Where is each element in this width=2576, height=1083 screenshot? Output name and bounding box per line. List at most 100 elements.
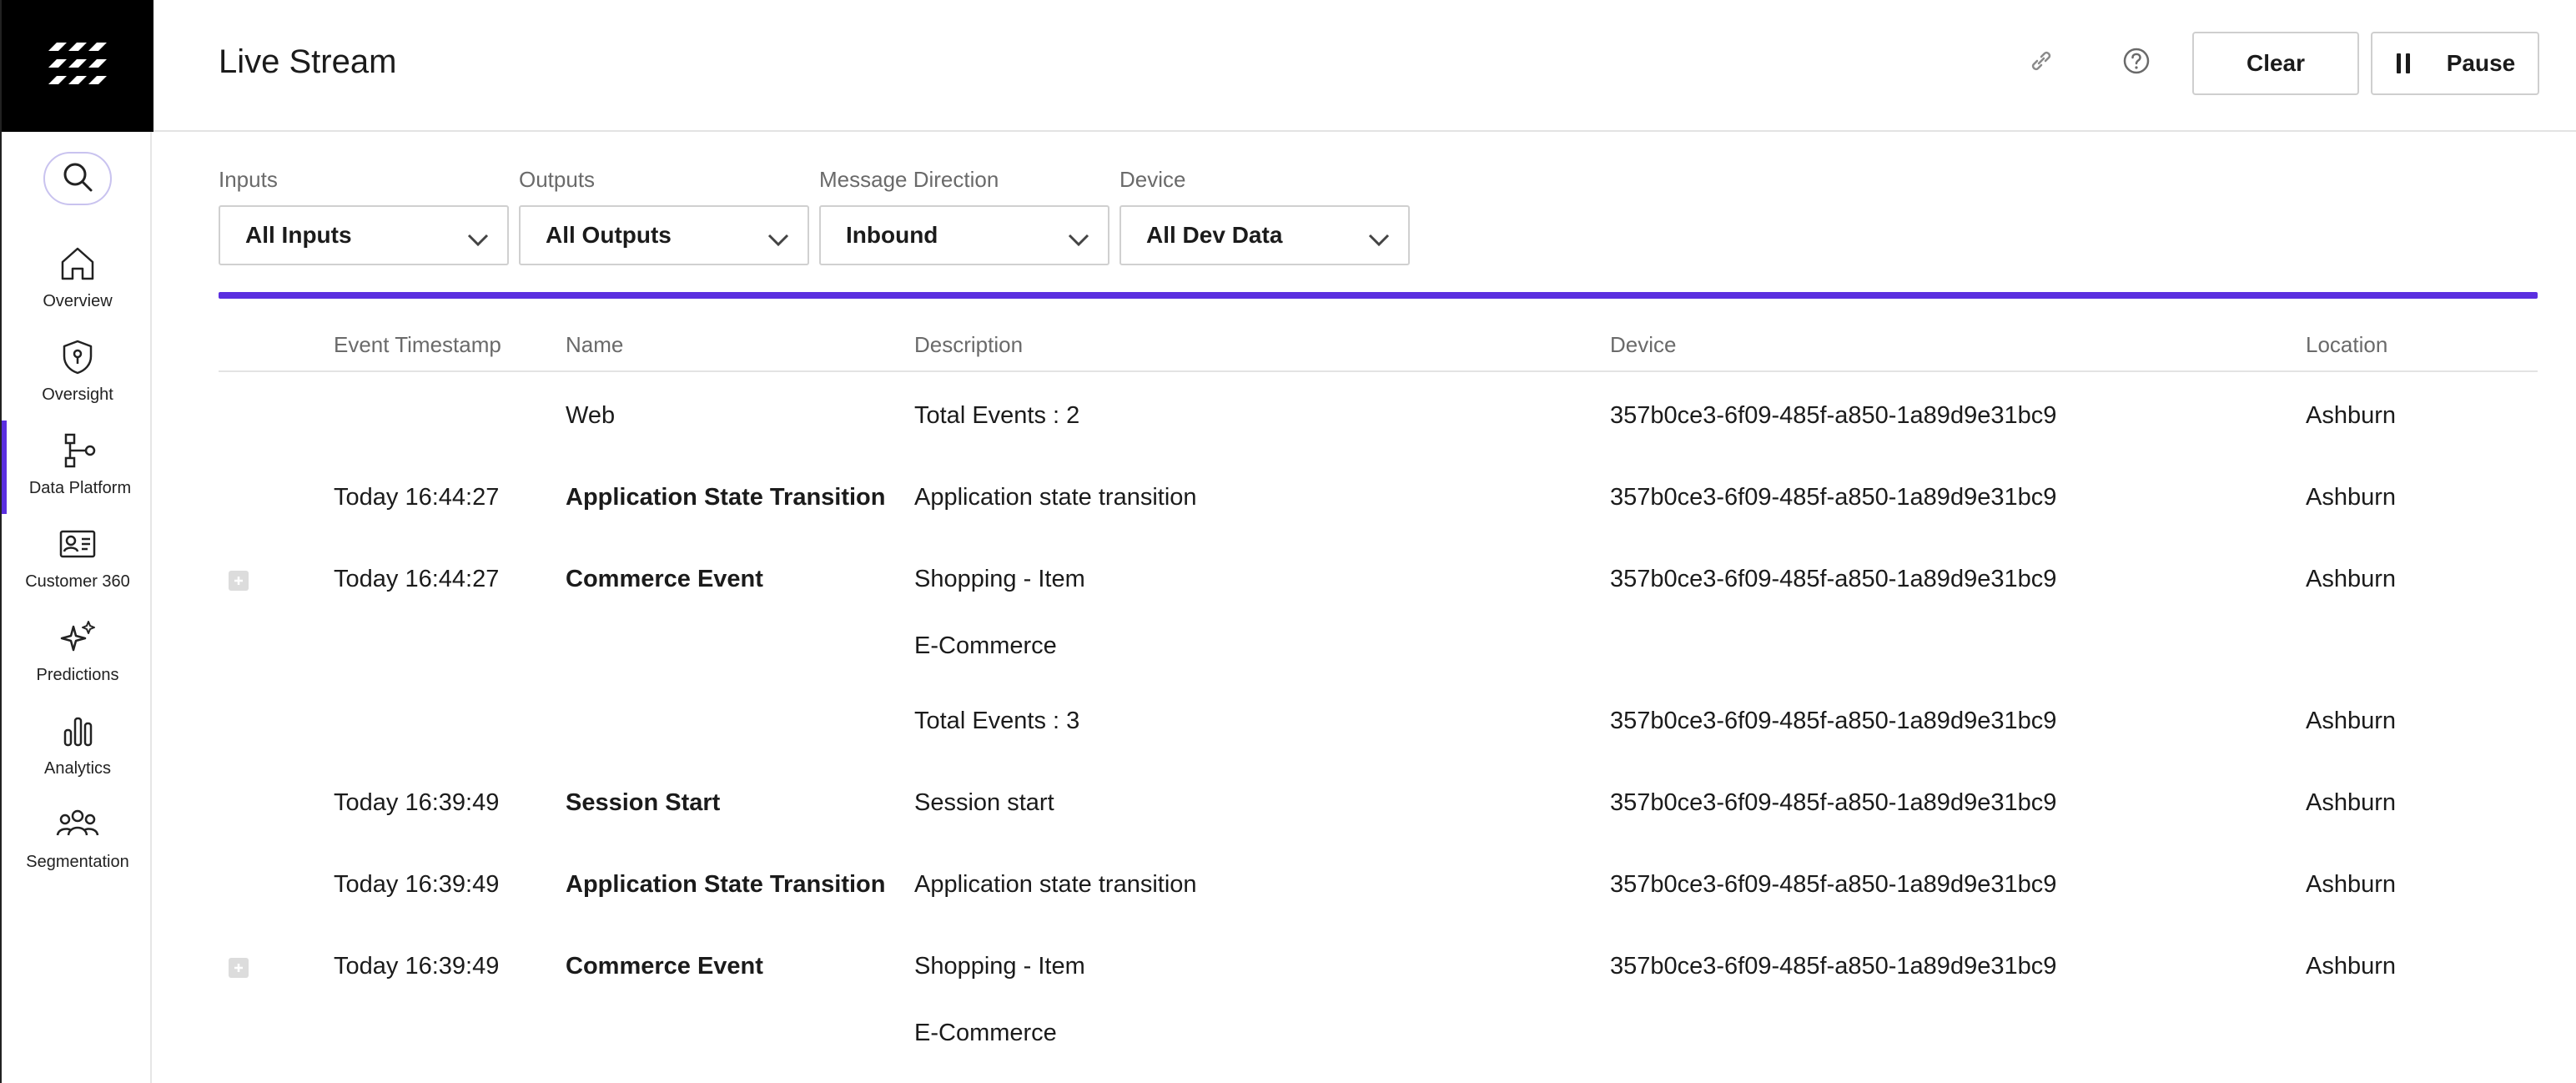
sidebar-item-label: Analytics: [43, 759, 112, 778]
plus-icon: [234, 964, 243, 972]
copy-link-button[interactable]: [2022, 43, 2060, 82]
device-filter-label: Device: [1119, 167, 1186, 192]
row-location: Ashburn: [2306, 953, 2397, 980]
brand-logo-icon: [48, 42, 107, 90]
sidebar-item-segmentation[interactable]: Segmentation: [2, 794, 153, 888]
pause-button[interactable]: Pause: [2371, 32, 2539, 95]
row-device: 357b0ce3-6f09-485f-a850-1a89d9e31bc9: [1610, 566, 2057, 592]
sidebar-item-overview[interactable]: Overview: [2, 234, 153, 327]
message-direction-filter-label: Message Direction: [819, 167, 999, 192]
sidebar-item-label: Predictions: [36, 666, 119, 684]
row-location: Ashburn: [2306, 402, 2397, 429]
column-header-location[interactable]: Location: [2306, 332, 2387, 358]
row-description: Shopping - Item: [914, 566, 1085, 592]
chevron-down-icon: [467, 227, 489, 247]
sidebar-item-label: Overview: [43, 292, 113, 310]
table-row[interactable]: Web Total Events : 2 357b0ce3-6f09-485f-…: [219, 402, 2538, 477]
help-button[interactable]: [2117, 43, 2156, 82]
row-location: Ashburn: [2306, 566, 2397, 592]
column-header-device[interactable]: Device: [1610, 332, 1676, 358]
expand-row-button[interactable]: [229, 958, 249, 978]
sidebar-item-data-platform[interactable]: Data Platform: [2, 421, 153, 514]
sidebar-item-analytics[interactable]: Analytics: [2, 701, 153, 794]
row-location: Ashburn: [2306, 708, 2397, 734]
row-name: Application State Transition: [566, 484, 886, 511]
device-select-value: All Dev Data: [1146, 222, 1283, 248]
expand-row-button[interactable]: [229, 571, 249, 591]
page-header: Live Stream Clear Pause: [153, 0, 2576, 132]
row-description: Application state transition: [914, 484, 1197, 511]
column-header-name[interactable]: Name: [566, 332, 623, 358]
row-timestamp: Today 16:39:49: [334, 871, 500, 898]
sidebar-item-customer-360[interactable]: Customer 360: [2, 514, 153, 607]
row-name: Session Start: [566, 789, 721, 816]
sidebar-item-label: Customer 360: [25, 572, 130, 591]
table-row[interactable]: Total Events : 3 357b0ce3-6f09-485f-a850…: [219, 708, 2538, 783]
inputs-select-value: All Inputs: [245, 222, 352, 248]
row-timestamp: Today 16:44:27: [334, 566, 500, 592]
plus-icon: [234, 577, 243, 585]
row-timestamp: Today 16:44:27: [334, 484, 500, 511]
row-device: 357b0ce3-6f09-485f-a850-1a89d9e31bc9: [1610, 789, 2057, 816]
row-device: 357b0ce3-6f09-485f-a850-1a89d9e31bc9: [1610, 708, 2057, 734]
data-flow-icon: [57, 427, 103, 474]
table-row[interactable]: Today 16:44:27 Commerce Event Shopping -…: [219, 566, 2538, 716]
chevron-down-icon: [1068, 227, 1089, 247]
pause-label: Pause: [2446, 50, 2516, 76]
column-header-description[interactable]: Description: [914, 332, 1023, 358]
sidebar-item-label: Segmentation: [26, 853, 129, 871]
page-title: Live Stream: [219, 43, 397, 80]
clear-button[interactable]: Clear: [2192, 32, 2359, 95]
chevron-down-icon: [767, 227, 789, 247]
row-description: Session start: [914, 789, 1054, 816]
row-device: 357b0ce3-6f09-485f-a850-1a89d9e31bc9: [1610, 953, 2057, 980]
table-header: Event Timestamp Name Description Device …: [219, 317, 2538, 372]
sidebar-item-oversight[interactable]: Oversight: [2, 327, 153, 421]
row-timestamp: Today 16:39:49: [334, 789, 500, 816]
link-icon: [2027, 47, 2055, 79]
row-description: Shopping - Item: [914, 953, 1085, 980]
chevron-down-icon: [1368, 227, 1390, 247]
outputs-select-value: All Outputs: [546, 222, 672, 248]
row-timestamp: Today 16:39:49: [334, 953, 500, 980]
device-filter: Device All Dev Data: [1119, 167, 1410, 265]
home-icon: [54, 240, 101, 287]
table-row[interactable]: Today 16:39:49 Application State Transit…: [219, 871, 2538, 946]
row-description-secondary: E-Commerce: [914, 632, 1057, 659]
row-location: Ashburn: [2306, 871, 2397, 898]
outputs-filter: Outputs All Outputs: [519, 167, 809, 265]
column-header-timestamp[interactable]: Event Timestamp: [334, 332, 501, 358]
outputs-select[interactable]: All Outputs: [519, 205, 809, 265]
id-card-icon: [54, 521, 101, 567]
row-device: 357b0ce3-6f09-485f-a850-1a89d9e31bc9: [1610, 871, 2057, 898]
message-direction-filter: Message Direction Inbound: [819, 167, 1109, 265]
sidebar-item-predictions[interactable]: Predictions: [2, 607, 153, 701]
sidebar: Overview Oversight Data Platform Custome…: [0, 0, 153, 1083]
table-row[interactable]: Today 16:44:27 Application State Transit…: [219, 484, 2538, 559]
help-icon: [2121, 46, 2151, 80]
message-direction-select-value: Inbound: [846, 222, 938, 248]
row-location: Ashburn: [2306, 789, 2397, 816]
message-direction-select[interactable]: Inbound: [819, 205, 1109, 265]
sidebar-item-label: Data Platform: [28, 479, 132, 497]
row-location: Ashburn: [2306, 484, 2397, 511]
row-description: Application state transition: [914, 871, 1197, 898]
search-button[interactable]: [43, 152, 112, 205]
users-group-icon: [54, 801, 101, 848]
stream-progress-bar: [219, 292, 2538, 299]
shield-icon: [54, 334, 101, 380]
inputs-filter: Inputs All Inputs: [219, 167, 509, 265]
bar-chart-icon: [54, 708, 101, 754]
pause-icon: [2395, 53, 2412, 74]
row-device: 357b0ce3-6f09-485f-a850-1a89d9e31bc9: [1610, 402, 2057, 429]
row-device: 357b0ce3-6f09-485f-a850-1a89d9e31bc9: [1610, 484, 2057, 511]
row-name: Application State Transition: [566, 871, 886, 898]
table-row[interactable]: Today 16:39:49 Session Start Session sta…: [219, 789, 2538, 864]
device-select[interactable]: All Dev Data: [1119, 205, 1410, 265]
inputs-select[interactable]: All Inputs: [219, 205, 509, 265]
row-description: Total Events : 3: [914, 708, 1080, 734]
brand-logo[interactable]: [2, 0, 153, 132]
row-name: Web: [566, 402, 616, 429]
sidebar-item-label: Oversight: [42, 385, 113, 404]
table-row[interactable]: Today 16:39:49 Commerce Event Shopping -…: [219, 953, 2538, 1078]
